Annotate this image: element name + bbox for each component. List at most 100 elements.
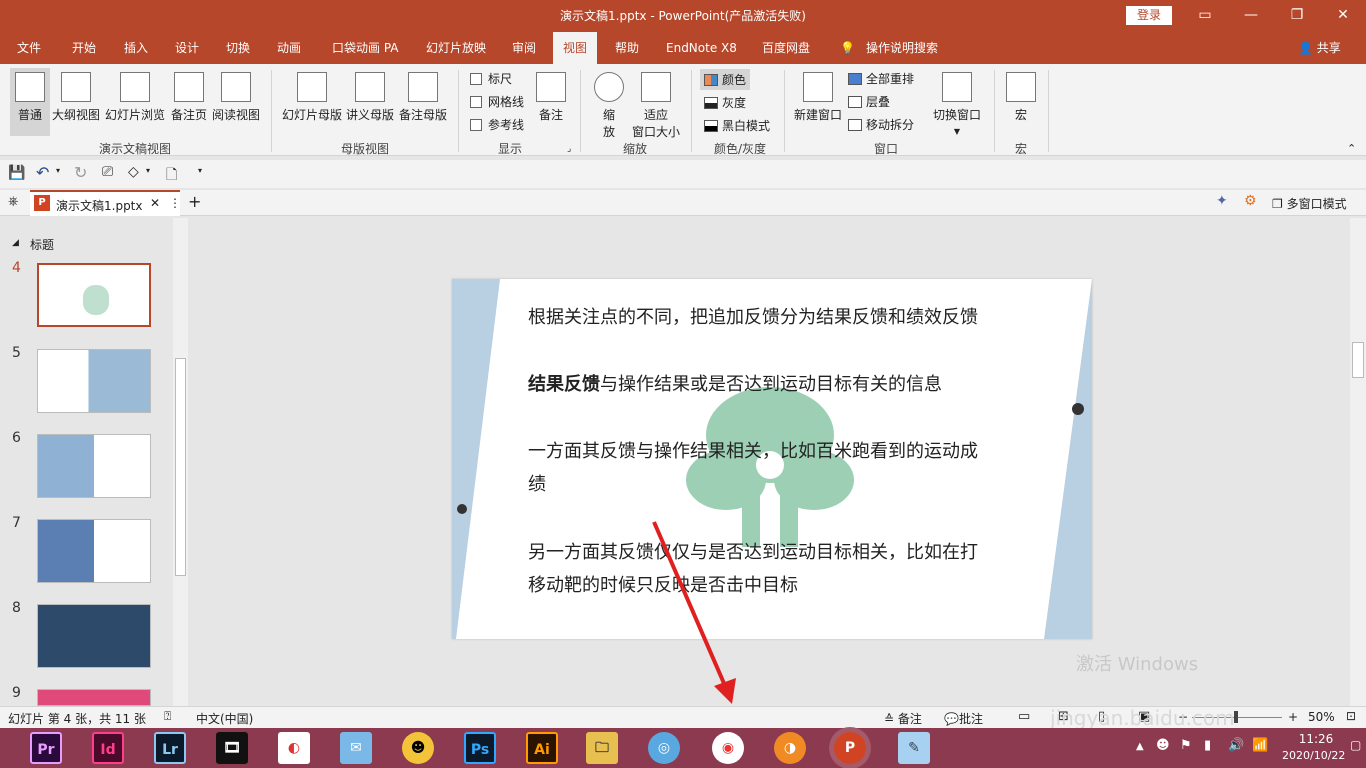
dialog-launcher-icon[interactable]: ⌟: [567, 144, 571, 154]
tab-endnote[interactable]: EndNote X8: [666, 32, 737, 64]
tray-flag-icon[interactable]: ⚑: [1180, 738, 1192, 753]
network-icon[interactable]: 📶: [1252, 738, 1268, 753]
qq-penguin-icon[interactable]: ☻: [402, 732, 434, 764]
current-slide[interactable]: 根据关注点的不同，把追加反馈分为结果反馈和绩效反馈 结果反馈与操作结果或是否达到…: [452, 279, 1092, 639]
tab-help[interactable]: 帮助: [615, 32, 639, 64]
minimize-icon[interactable]: —: [1228, 0, 1274, 32]
accessibility-icon[interactable]: ⍰: [164, 709, 171, 724]
tab-slideshow[interactable]: 幻灯片放映: [426, 32, 486, 64]
slide-thumbnail-7[interactable]: [37, 519, 151, 583]
settings-gear-icon[interactable]: ⚙: [1244, 193, 1257, 209]
redo-icon[interactable]: ↻: [74, 163, 87, 182]
tab-design[interactable]: 设计: [175, 32, 199, 64]
notes-button[interactable]: 备注: [534, 72, 568, 123]
powerpoint-taskbar-icon[interactable]: P: [834, 732, 866, 764]
tab-pocket-animation[interactable]: 口袋动画 PA: [332, 32, 399, 64]
slide-thumbnail-9[interactable]: [37, 689, 151, 706]
presenter-icon[interactable]: ⎚: [102, 164, 113, 180]
file-explorer-icon[interactable]: 🗀: [586, 732, 618, 764]
editor-scrollbar[interactable]: [1350, 218, 1366, 706]
close-tab-icon[interactable]: ✕: [150, 196, 160, 210]
tab-home[interactable]: 开始: [72, 32, 96, 64]
lightroom-icon[interactable]: Lr: [154, 732, 186, 764]
tab-file[interactable]: 文件: [17, 32, 41, 64]
notes-master-button[interactable]: 备注母版: [398, 72, 448, 123]
chrome-icon[interactable]: ◉: [712, 732, 744, 764]
maximize-icon[interactable]: ❐: [1274, 0, 1320, 32]
editor-scrollbar-thumb[interactable]: [1352, 342, 1364, 378]
notifications-icon[interactable]: ▢: [1350, 738, 1361, 752]
slide-thumbnail-5[interactable]: [37, 349, 151, 413]
new-document-icon[interactable]: 🗋: [166, 164, 177, 188]
tab-menu-icon[interactable]: ⋮: [169, 196, 181, 210]
undo-icon[interactable]: ↶: [36, 163, 49, 182]
zoom-in-icon[interactable]: +: [1288, 710, 1298, 724]
macros-button[interactable]: 宏: [1003, 72, 1039, 123]
chat-bird-icon[interactable]: ✉: [340, 732, 372, 764]
tell-me-search[interactable]: 操作说明搜索: [866, 32, 938, 64]
slide-thumbnail-4[interactable]: [37, 263, 151, 327]
outline-view-button[interactable]: 大纲视图: [52, 72, 100, 123]
save-icon[interactable]: 💾: [8, 165, 25, 181]
undo-dropdown-icon[interactable]: ▾: [56, 166, 60, 175]
zoom-button[interactable]: 缩放: [592, 72, 626, 140]
collapse-section-icon[interactable]: ◢: [12, 238, 19, 248]
move-split-button[interactable]: 移动拆分: [848, 116, 914, 133]
thumbnail-scrollbar[interactable]: [173, 218, 188, 706]
ruler-checkbox[interactable]: 标尺: [470, 70, 512, 87]
new-tab-icon[interactable]: +: [188, 192, 201, 211]
notepad-icon[interactable]: ✎: [898, 732, 930, 764]
browser-icon[interactable]: ◎: [648, 732, 680, 764]
fit-to-window-button[interactable]: 适应 窗口大小: [630, 72, 682, 140]
slide-thumbnail-6[interactable]: [37, 434, 151, 498]
recent-files-icon[interactable]: ⎈: [8, 194, 18, 209]
document-tab[interactable]: P 演示文稿1.pptx ✕ ⋮: [30, 190, 181, 216]
indesign-icon[interactable]: Id: [92, 732, 124, 764]
zoom-level[interactable]: 50%: [1308, 710, 1335, 724]
battery-icon[interactable]: ▮: [1204, 738, 1211, 753]
normal-view-icon[interactable]: ▭: [1018, 709, 1030, 724]
premiere-icon[interactable]: Pr: [30, 732, 62, 764]
close-icon[interactable]: ✕: [1320, 0, 1366, 32]
volume-icon[interactable]: 🔊: [1228, 738, 1244, 753]
media-player-icon[interactable]: ◑: [774, 732, 806, 764]
tab-transitions[interactable]: 切换: [226, 32, 250, 64]
normal-view-button[interactable]: 普通: [10, 68, 50, 136]
customize-qat-icon[interactable]: ▾: [198, 166, 202, 175]
multi-window-mode-button[interactable]: ❐ 多窗口模式: [1272, 195, 1347, 212]
new-window-button[interactable]: 新建窗口: [793, 72, 843, 123]
photoshop-icon[interactable]: Ps: [464, 732, 496, 764]
handout-master-button[interactable]: 讲义母版: [345, 72, 395, 123]
browser-360-icon[interactable]: ◐: [278, 732, 310, 764]
clock-date[interactable]: 2020/10/22: [1282, 749, 1345, 762]
magic-icon[interactable]: ✦: [1216, 193, 1228, 209]
slide-sorter-button[interactable]: 幻灯片浏览: [104, 72, 166, 123]
black-white-button[interactable]: 黑白模式: [704, 117, 770, 134]
grayscale-button[interactable]: 灰度: [704, 94, 746, 111]
cascade-button[interactable]: 层叠: [848, 93, 890, 110]
section-title[interactable]: 标题: [30, 236, 54, 253]
scrollbar-thumb[interactable]: [175, 358, 186, 576]
comments-toggle[interactable]: 💬批注: [944, 710, 983, 727]
reading-view-button[interactable]: 阅读视图: [211, 72, 261, 123]
share-button[interactable]: 👤 共享: [1298, 32, 1341, 64]
tab-animations[interactable]: 动画: [277, 32, 301, 64]
tray-qq-icon[interactable]: ☻: [1156, 738, 1170, 753]
gridlines-checkbox[interactable]: 网格线: [470, 93, 524, 110]
ribbon-display-icon[interactable]: ▭: [1182, 0, 1228, 32]
video-editor-icon[interactable]: 🎞: [216, 732, 248, 764]
notes-page-button[interactable]: 备注页: [170, 72, 208, 123]
guides-checkbox[interactable]: 参考线: [470, 116, 524, 133]
shapes-icon[interactable]: ◇: [128, 164, 139, 180]
arrange-all-button[interactable]: 全部重排: [848, 70, 914, 87]
login-button[interactable]: 登录: [1126, 6, 1172, 25]
switch-window-button[interactable]: 切换窗口 ▼: [931, 72, 983, 137]
fit-slide-icon[interactable]: ⊡: [1346, 709, 1356, 723]
slide-thumbnail-8[interactable]: [37, 604, 151, 668]
illustrator-icon[interactable]: Ai: [526, 732, 558, 764]
tab-insert[interactable]: 插入: [124, 32, 148, 64]
language-indicator[interactable]: 中文(中国): [196, 710, 253, 727]
notes-toggle[interactable]: ≙ 备注: [884, 710, 922, 727]
tray-expand-icon[interactable]: ▲: [1136, 741, 1144, 752]
collapse-ribbon-icon[interactable]: ⌃: [1347, 142, 1356, 155]
